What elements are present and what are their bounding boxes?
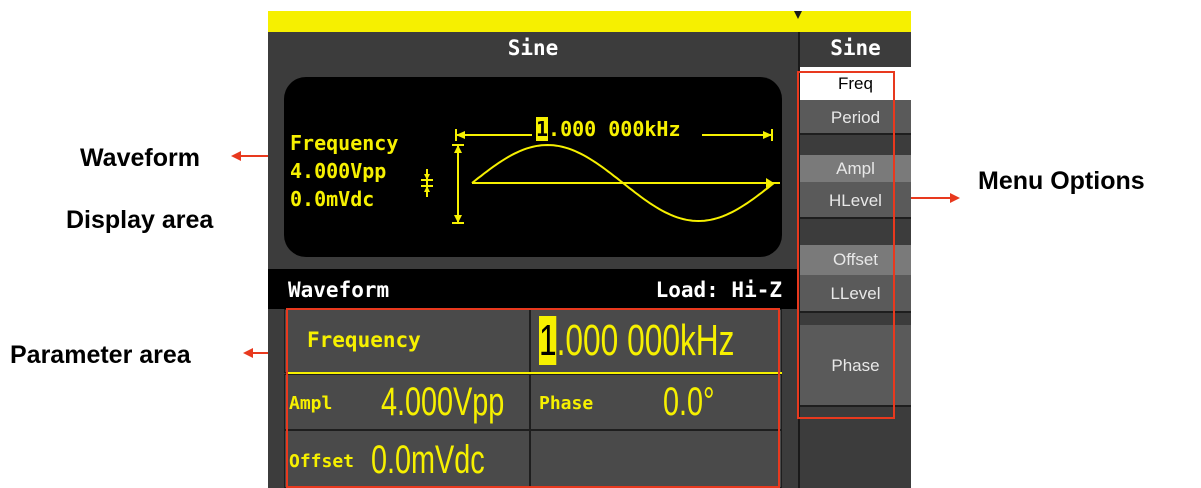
display-freq-cursor: 1 xyxy=(536,117,549,141)
parameter-area-highlight xyxy=(286,308,780,488)
waveform-title: Sine xyxy=(507,36,559,60)
param-header-title: Waveform xyxy=(288,278,390,302)
load-status: Load: Hi-Z xyxy=(655,278,782,302)
marker-icon xyxy=(794,11,802,19)
display-freq-rest: .000 000kHz xyxy=(548,117,681,141)
display-frequency: 1.000 000kHz xyxy=(532,117,685,141)
waveform-display: Frequency 4.000Vpp 0.0mVdc 1.000 000kHz xyxy=(284,77,782,257)
parameter-header: Waveform Load: Hi-Z xyxy=(268,269,798,309)
sine-wave-graph xyxy=(421,129,780,224)
menu-title: Sine xyxy=(830,36,881,60)
menu-options-highlight xyxy=(797,71,895,419)
status-bar xyxy=(268,11,911,32)
generator-screen: Sine Sine Frequency 4.000Vpp 0.0mVdc 1.0… xyxy=(268,11,911,488)
